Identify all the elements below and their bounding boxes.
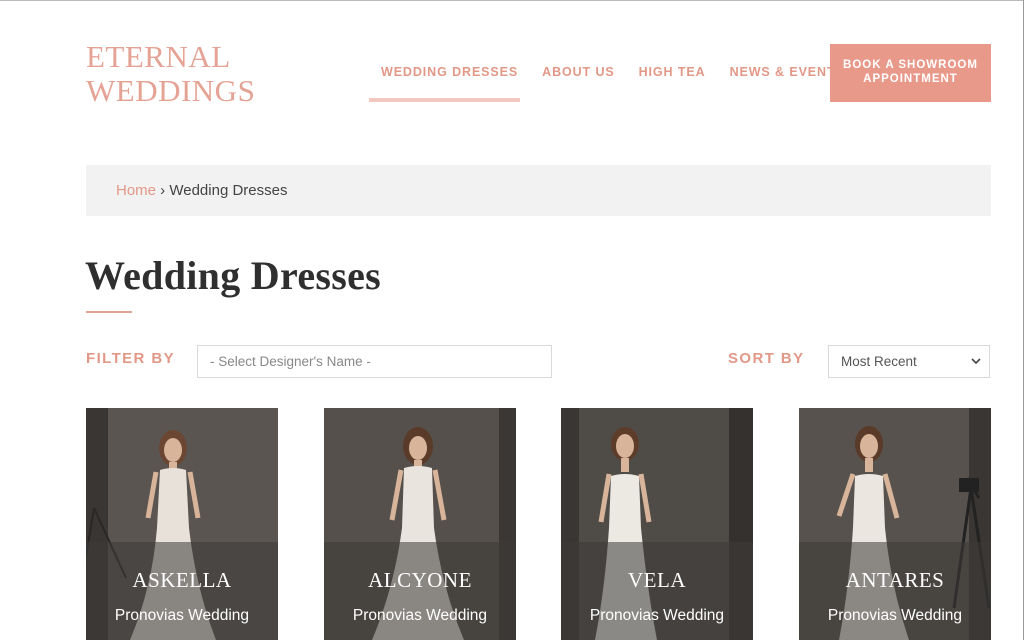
nav-active-underline <box>369 98 520 102</box>
title-underline <box>86 311 132 313</box>
book-button-line1: BOOK A SHOWROOM <box>843 59 978 71</box>
brand-logo[interactable]: ETERNAL WEDDINGS <box>86 40 256 108</box>
filter-by-label: FILTER BY <box>86 350 175 367</box>
breadcrumb-current: Wedding Dresses <box>169 182 288 199</box>
product-card-askella[interactable]: ASKELLA Pronovias Wedding <box>86 408 278 640</box>
designer-filter-input[interactable]: - Select Designer's Name - <box>197 345 552 378</box>
product-name: ALCYONE <box>368 568 472 592</box>
breadcrumb: Home › Wedding Dresses <box>86 165 991 216</box>
page-title: Wedding Dresses <box>85 253 382 298</box>
sort-selected-value: Most Recent <box>841 354 917 369</box>
brand-logo-line1: ETERNAL <box>86 39 231 74</box>
product-card-antares[interactable]: ANTARES Pronovias Wedding <box>799 408 991 640</box>
sort-by-label: SORT BY <box>728 350 805 367</box>
main-nav: WEDDING DRESSES ABOUT US HIGH TEA NEWS &… <box>370 65 845 79</box>
window-top-border <box>0 0 1024 1</box>
nav-item-wedding-dresses[interactable]: WEDDING DRESSES <box>381 65 518 79</box>
product-name: ANTARES <box>845 568 945 592</box>
product-card-vela[interactable]: VELA Pronovias Wedding <box>561 408 753 640</box>
sort-select[interactable]: Most Recent <box>828 345 990 378</box>
product-brand: Pronovias Wedding <box>589 607 725 624</box>
book-showroom-appointment-button[interactable]: BOOK A SHOWROOM APPOINTMENT <box>830 44 991 102</box>
product-name: ASKELLA <box>132 568 232 592</box>
breadcrumb-separator: › <box>156 182 170 199</box>
book-button-line2: APPOINTMENT <box>863 73 958 85</box>
product-brand: Pronovias Wedding <box>827 607 963 624</box>
nav-item-news-events[interactable]: NEWS & EVENTS <box>730 65 845 79</box>
product-name: VELA <box>628 568 686 592</box>
brand-logo-line2: WEDDINGS <box>86 73 256 108</box>
breadcrumb-home-link[interactable]: Home <box>116 182 156 199</box>
product-brand: Pronovias Wedding <box>114 607 250 624</box>
chevron-down-icon <box>971 358 981 365</box>
nav-item-high-tea[interactable]: HIGH TEA <box>639 65 706 79</box>
nav-item-about-us[interactable]: ABOUT US <box>542 65 614 79</box>
product-brand: Pronovias Wedding <box>352 607 488 624</box>
product-card-alcyone[interactable]: ALCYONE Pronovias Wedding <box>324 408 516 640</box>
